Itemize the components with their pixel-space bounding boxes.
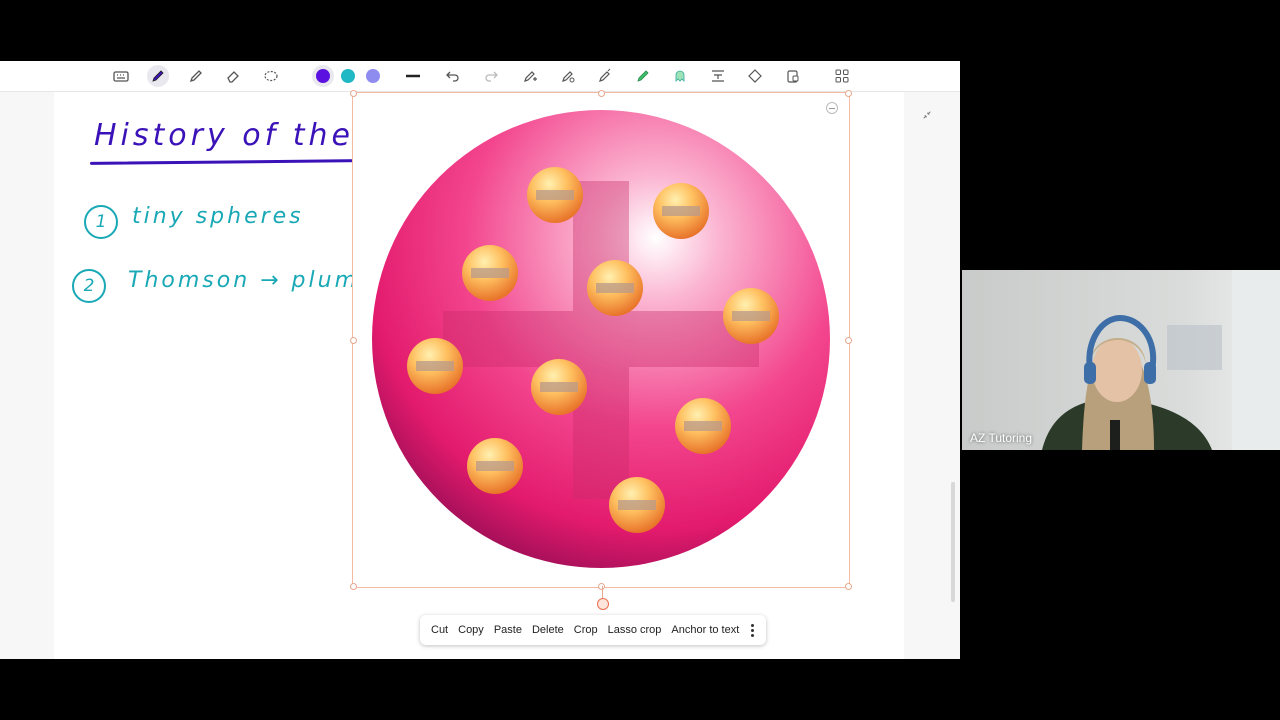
- color-purple-button[interactable]: [310, 61, 336, 91]
- text-insert-button[interactable]: [705, 61, 731, 91]
- collapse-button[interactable]: [918, 106, 936, 124]
- anchor-to-text-button[interactable]: Anchor to text: [666, 624, 744, 636]
- color-swatch-purple: [316, 69, 330, 83]
- rotate-handle-icon[interactable]: [597, 598, 609, 610]
- shared-screen: History of the atom 1 tiny spheres 2 Tho…: [0, 0, 960, 720]
- electron: [587, 260, 643, 316]
- undo-button[interactable]: [440, 61, 466, 91]
- participant-name: AZ Tutoring: [970, 431, 1033, 445]
- marker-icon: [637, 70, 649, 82]
- electron: [653, 183, 709, 239]
- copy-button[interactable]: Copy: [453, 624, 489, 636]
- lock-icon: [787, 70, 799, 83]
- electron: [531, 359, 587, 415]
- participant-video-tile[interactable]: AZ Tutoring: [962, 270, 1280, 450]
- color-swatch-teal: [341, 69, 355, 83]
- stroke-width-button[interactable]: [400, 61, 426, 91]
- plum-pudding-atom-image[interactable]: [353, 93, 849, 587]
- keyboard-button[interactable]: [108, 61, 134, 91]
- vertical-scrollbar[interactable]: [951, 482, 955, 602]
- lasso-crop-button[interactable]: Lasso crop: [603, 624, 667, 636]
- shape-icon: [675, 70, 685, 82]
- pen-variant-icon: [562, 71, 575, 83]
- cut-button[interactable]: Cut: [426, 624, 453, 636]
- crop-button[interactable]: Crop: [569, 624, 603, 636]
- more-apps-button[interactable]: [829, 61, 855, 91]
- color-lavender-button[interactable]: [360, 61, 386, 91]
- resize-handle[interactable]: [845, 583, 852, 590]
- color-swatch-lavender: [366, 69, 380, 83]
- notebook-page[interactable]: History of the atom 1 tiny spheres 2 Tho…: [54, 90, 904, 659]
- drawing-toolbar: [0, 61, 960, 92]
- highlighter-button[interactable]: [183, 61, 209, 91]
- undo-icon: [446, 71, 459, 82]
- electron: [467, 438, 523, 494]
- resize-handle[interactable]: [845, 90, 852, 97]
- keyboard-icon: [113, 71, 129, 82]
- resize-handle[interactable]: [350, 90, 357, 97]
- pen-variant-button[interactable]: [555, 61, 581, 91]
- electron: [527, 167, 583, 223]
- collapse-icon: [923, 111, 931, 119]
- more-apps-icon: [835, 69, 849, 83]
- green-marker-button[interactable]: [630, 61, 656, 91]
- stroke-width-icon: [406, 74, 420, 78]
- pen-icon: [152, 70, 164, 82]
- lock-button[interactable]: [780, 61, 806, 91]
- pen-button[interactable]: [145, 61, 171, 91]
- delete-button[interactable]: Delete: [527, 624, 569, 636]
- color-teal-button[interactable]: [335, 61, 361, 91]
- participant-video: [962, 270, 1280, 450]
- electron: [675, 398, 731, 454]
- text-insert-icon: [712, 70, 724, 82]
- pen-nib-icon: [599, 68, 611, 82]
- lasso-button[interactable]: [258, 61, 284, 91]
- eraser-icon: [227, 71, 239, 83]
- lasso-icon: [264, 70, 278, 82]
- shapes-button[interactable]: [742, 61, 768, 91]
- rotate-stem: [602, 586, 603, 598]
- note-2-number: 2: [72, 269, 106, 303]
- canvas-area[interactable]: History of the atom 1 tiny spheres 2 Tho…: [0, 90, 960, 659]
- note-1-text: tiny spheres: [132, 204, 304, 229]
- pen-nib-button[interactable]: [592, 61, 618, 91]
- shape-button[interactable]: [667, 61, 693, 91]
- note-1-number: 1: [84, 205, 118, 239]
- resize-handle[interactable]: [845, 337, 852, 344]
- redo-icon: [485, 71, 498, 82]
- resize-handle[interactable]: [598, 90, 605, 97]
- electron: [462, 245, 518, 301]
- redo-button[interactable]: [478, 61, 504, 91]
- shapes-icon: [748, 69, 762, 83]
- image-context-menu: Cut Copy Paste Delete Crop Lasso crop An…: [420, 615, 767, 645]
- pen-add-icon: [524, 71, 537, 82]
- paste-button[interactable]: Paste: [489, 624, 527, 636]
- eraser-button[interactable]: [220, 61, 246, 91]
- electron: [723, 288, 779, 344]
- highlighter-icon: [189, 70, 202, 83]
- resize-handle[interactable]: [350, 337, 357, 344]
- image-collapse-icon[interactable]: [826, 102, 838, 114]
- resize-handle[interactable]: [350, 583, 357, 590]
- electron: [407, 338, 463, 394]
- pen-add-button[interactable]: [517, 61, 543, 91]
- electron: [609, 477, 665, 533]
- more-options-icon[interactable]: [744, 623, 760, 637]
- selected-image-frame[interactable]: [350, 90, 852, 590]
- note-2-text: Thomson → plum: [128, 268, 360, 293]
